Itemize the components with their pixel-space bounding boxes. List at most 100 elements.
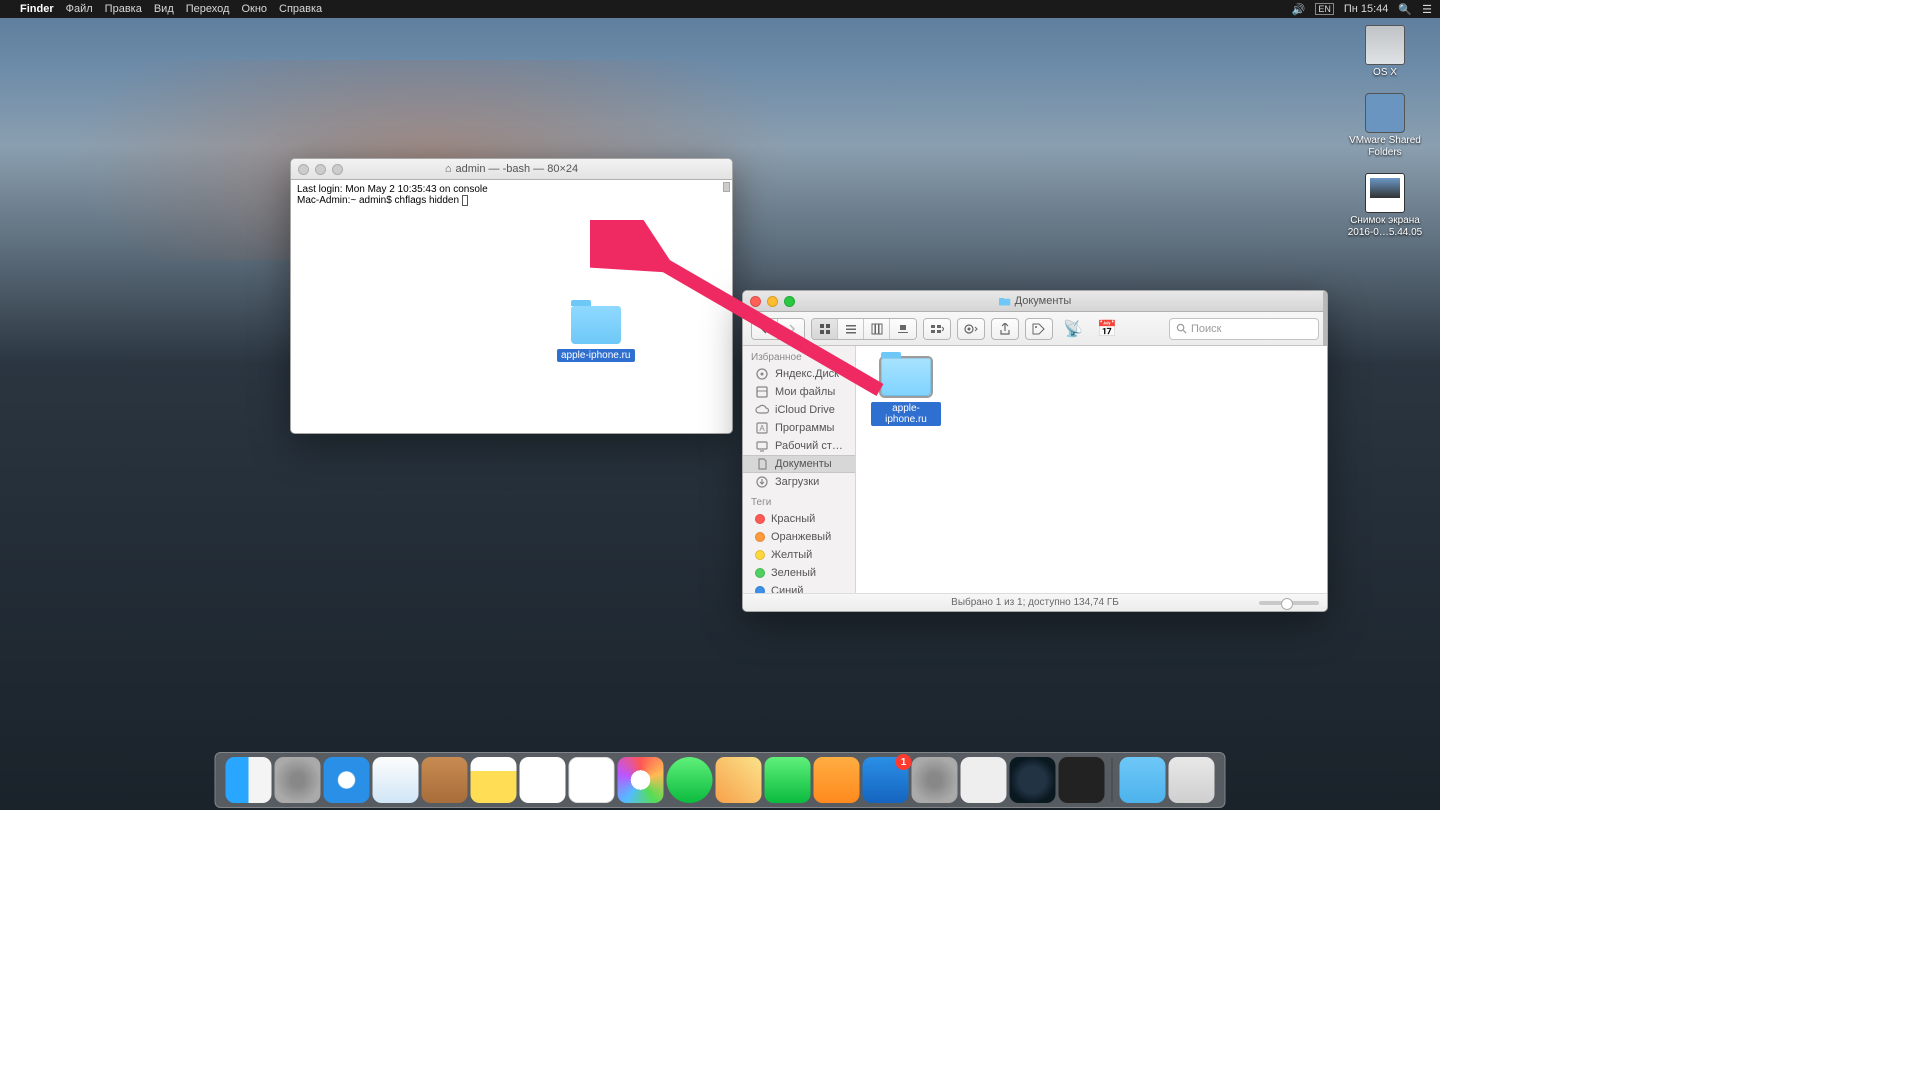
tags-button[interactable] <box>1025 318 1053 340</box>
appstore-app[interactable]: 1 <box>863 757 909 803</box>
dragged-folder-label: apple-iphone.ru <box>557 349 635 362</box>
sidebar-tag[interactable]: Зеленый <box>743 564 855 582</box>
cloud-icon <box>755 403 769 417</box>
menu-edit[interactable]: Правка <box>105 3 142 15</box>
folder-icon <box>999 295 1011 307</box>
maps-app[interactable] <box>716 757 762 803</box>
quicktime-app[interactable] <box>1010 757 1056 803</box>
sidebar-tag[interactable]: Желтый <box>743 546 855 564</box>
safari-app[interactable] <box>324 757 370 803</box>
tag-dot-icon <box>755 586 765 593</box>
disk-icon <box>755 367 769 381</box>
terminal-window[interactable]: ⌂admin — -bash — 80×24 Last login: Mon M… <box>290 158 733 434</box>
calendar-tool-icon[interactable]: 📅 <box>1093 318 1121 340</box>
terminal-body[interactable]: Last login: Mon May 2 10:35:43 on consol… <box>291 180 732 433</box>
sidebar-item-docs[interactable]: Документы <box>743 455 855 473</box>
tag-dot-icon <box>755 568 765 578</box>
calendar-app[interactable] <box>569 757 615 803</box>
terminal-app[interactable] <box>1059 757 1105 803</box>
reminders-app[interactable] <box>520 757 566 803</box>
window-close-button[interactable] <box>750 296 761 307</box>
finder-statusbar: Выбрано 1 из 1; доступно 134,74 ГБ <box>743 593 1327 611</box>
sidebar-tag[interactable]: Красный <box>743 510 855 528</box>
menu-file[interactable]: Файл <box>66 3 93 15</box>
window-minimize-button[interactable] <box>315 164 326 175</box>
menu-help[interactable]: Справка <box>279 3 322 15</box>
finder-window[interactable]: Документы 📡 📅 Поиск Избранное Яндекс.Ди <box>742 290 1328 612</box>
coverflow-view-button[interactable] <box>890 319 916 339</box>
sidebar-item-allfiles[interactable]: Мои файлы <box>743 383 855 401</box>
sidebar-item-desktop[interactable]: Рабочий ст… <box>743 437 855 455</box>
notification-center-icon[interactable]: ☰ <box>1422 3 1432 16</box>
search-field[interactable]: Поиск <box>1169 318 1319 340</box>
column-view-button[interactable] <box>864 319 890 339</box>
icon-view-button[interactable] <box>812 319 838 339</box>
contacts-app[interactable] <box>422 757 468 803</box>
sharing-tool-icon[interactable]: 📡 <box>1059 318 1087 340</box>
terminal-line: Mac-Admin:~ admin$ chflags hidden <box>297 195 726 206</box>
forward-button[interactable] <box>778 319 804 339</box>
sidebar-item-label: Яндекс.Диск <box>775 368 839 380</box>
sidebar-item-label: Рабочий ст… <box>775 440 843 452</box>
arrange-button[interactable] <box>924 319 950 339</box>
finder-app[interactable] <box>226 757 272 803</box>
menu-go[interactable]: Переход <box>186 3 230 15</box>
svg-text:A: A <box>759 424 765 433</box>
terminal-prompt: Mac-Admin:~ admin$ <box>297 195 395 206</box>
sidebar-tag-label: Желтый <box>771 549 812 561</box>
notes-app[interactable] <box>471 757 517 803</box>
sidebar-item-disk[interactable]: Яндекс.Диск <box>743 365 855 383</box>
dock: 1 <box>215 752 1226 808</box>
window-zoom-button[interactable] <box>784 296 795 307</box>
file-item[interactable]: apple-iphone.ru <box>871 358 941 427</box>
list-view-button[interactable] <box>838 319 864 339</box>
terminal-titlebar[interactable]: ⌂admin — -bash — 80×24 <box>291 159 732 180</box>
window-minimize-button[interactable] <box>767 296 778 307</box>
input-source[interactable]: EN <box>1315 3 1334 15</box>
arrange-group <box>923 318 951 340</box>
sidebar-tag-label: Зеленый <box>771 567 816 579</box>
action-button[interactable] <box>957 318 985 340</box>
dragged-folder-ghost: apple-iphone.ru <box>557 306 635 361</box>
mail-app[interactable] <box>373 757 419 803</box>
back-button[interactable] <box>752 319 778 339</box>
sidebar-item-apps[interactable]: A Программы <box>743 419 855 437</box>
paint-app[interactable] <box>961 757 1007 803</box>
sidebar-item-downloads[interactable]: Загрузки <box>743 473 855 491</box>
window-close-button[interactable] <box>298 164 309 175</box>
volume-icon[interactable]: 🔊 <box>1292 3 1306 16</box>
spotlight-icon[interactable]: 🔍 <box>1398 3 1412 16</box>
menu-view[interactable]: Вид <box>154 3 174 15</box>
sidebar-item-cloud[interactable]: iCloud Drive <box>743 401 855 419</box>
messages-app[interactable] <box>667 757 713 803</box>
trash[interactable] <box>1169 757 1215 803</box>
tag-dot-icon <box>755 550 765 560</box>
facetime-app[interactable] <box>765 757 811 803</box>
window-zoom-button[interactable] <box>332 164 343 175</box>
status-text: Выбрано 1 из 1; доступно 134,74 ГБ <box>951 597 1119 608</box>
launchpad-app[interactable] <box>275 757 321 803</box>
sidebar-item-label: Программы <box>775 422 834 434</box>
sidebar-tag[interactable]: Оранжевый <box>743 528 855 546</box>
finder-toolbar: 📡 📅 Поиск <box>743 312 1327 346</box>
share-button[interactable] <box>991 318 1019 340</box>
finder-content[interactable]: apple-iphone.ru <box>856 346 1327 593</box>
ibooks-app[interactable] <box>814 757 860 803</box>
desktop-icon-osx[interactable]: OS X <box>1340 25 1430 79</box>
menubar-app-name[interactable]: Finder <box>20 3 54 15</box>
desktop-icon-screenshot[interactable]: Снимок экрана 2016-0…5.44.05 <box>1340 173 1430 239</box>
sidebar-item-label: iCloud Drive <box>775 404 835 416</box>
finder-titlebar[interactable]: Документы <box>743 291 1327 312</box>
menu-window[interactable]: Окно <box>241 3 267 15</box>
downloads-stack[interactable] <box>1120 757 1166 803</box>
photos-app[interactable] <box>618 757 664 803</box>
desktop-icon-shared[interactable]: VMware Shared Folders <box>1340 93 1430 159</box>
terminal-cursor <box>462 195 468 206</box>
icon-size-slider[interactable] <box>1259 601 1319 605</box>
clock[interactable]: Пн 15:44 <box>1344 3 1389 15</box>
sidebar-tag[interactable]: Синий <box>743 582 855 593</box>
scrollbar-thumb[interactable] <box>723 182 730 192</box>
file-label: apple-iphone.ru <box>871 402 941 426</box>
tag-dot-icon <box>755 532 765 542</box>
sysprefs-app[interactable] <box>912 757 958 803</box>
